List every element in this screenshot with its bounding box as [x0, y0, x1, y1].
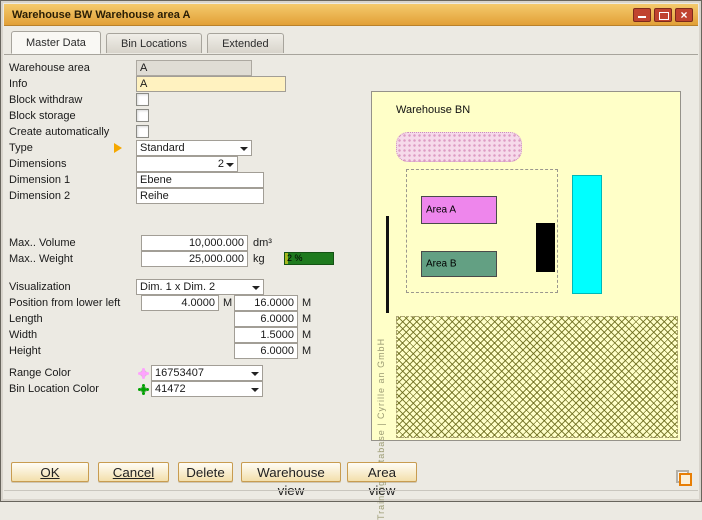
area-a-shape[interactable]: Area A: [421, 196, 497, 224]
tab-strip: Master Data Bin Locations Extended: [4, 31, 698, 55]
dimensions-label: Dimensions: [9, 156, 66, 172]
create-automatically-checkbox[interactable]: [136, 125, 149, 138]
info-label: Info: [9, 76, 27, 92]
range-color-label: Range Color: [9, 365, 71, 381]
bin-location-color-flower-icon: [141, 387, 146, 392]
area-b-shape[interactable]: Area B: [421, 251, 497, 277]
type-value: Standard: [140, 141, 238, 155]
black-block-shape: [536, 223, 555, 272]
dimension-2-field[interactable]: Reihe: [136, 188, 264, 204]
length-field[interactable]: 6.0000: [234, 311, 298, 327]
height-label: Height: [9, 343, 41, 359]
panel-title: Warehouse BN: [396, 104, 470, 116]
width-unit: M: [302, 327, 311, 343]
area-a-label: Area A: [426, 205, 456, 216]
max-volume-unit: dm³: [253, 235, 272, 251]
warehouse-visualization-panel: Warehouse BN Trainingsdatabase | Cyrille…: [371, 91, 681, 441]
restore-icon[interactable]: [654, 8, 672, 22]
capacity-usage-bar: 2 %: [284, 252, 334, 265]
cyan-block-shape: [572, 175, 602, 294]
dimensions-dropdown[interactable]: 2: [136, 156, 238, 172]
max-weight-unit: kg: [253, 251, 265, 267]
dotted-zone-shape: [396, 132, 522, 162]
length-unit: M: [302, 311, 311, 327]
width-field[interactable]: 1.5000: [234, 327, 298, 343]
wall-line: [386, 216, 389, 313]
dimensions-value: 2: [140, 157, 224, 171]
form-resize-icon[interactable]: [676, 470, 692, 486]
title-bar: Warehouse BW Warehouse area A: [4, 4, 698, 26]
capacity-usage-value: 2 %: [287, 253, 303, 264]
ok-button[interactable]: OK: [11, 462, 89, 482]
range-color-dropdown[interactable]: 16753407: [151, 365, 263, 381]
window-controls: [633, 8, 693, 22]
warehouse-area-window: Warehouse BW Warehouse area A Master Dat…: [0, 0, 702, 502]
visualization-dropdown[interactable]: Dim. 1 x Dim. 2: [136, 279, 264, 295]
warehouse-view-button[interactable]: Warehouse view: [241, 462, 341, 482]
tab-master-data[interactable]: Master Data: [11, 31, 101, 54]
block-storage-label: Block storage: [9, 108, 76, 124]
close-icon[interactable]: [675, 8, 693, 22]
bin-location-color-value: 41472: [155, 382, 249, 396]
width-label: Width: [9, 327, 37, 343]
height-unit: M: [302, 343, 311, 359]
hatched-storage-zone: [396, 316, 678, 438]
link-arrow-icon[interactable]: [114, 143, 122, 153]
cancel-button[interactable]: Cancel: [98, 462, 169, 482]
max-volume-field[interactable]: 10,000.000: [141, 235, 248, 251]
info-field[interactable]: A: [136, 76, 286, 92]
delete-button[interactable]: Delete: [178, 462, 233, 482]
block-withdraw-checkbox[interactable]: [136, 93, 149, 106]
type-label: Type: [9, 140, 33, 156]
type-dropdown[interactable]: Standard: [136, 140, 252, 156]
position-y-field[interactable]: 16.0000: [234, 295, 298, 311]
tab-extended[interactable]: Extended: [207, 33, 283, 53]
max-weight-field[interactable]: 25,000.000: [141, 251, 248, 267]
visualization-value: Dim. 1 x Dim. 2: [140, 280, 250, 294]
warehouse-area-field: A: [136, 60, 252, 76]
position-x-field[interactable]: 4.0000: [141, 295, 219, 311]
position-label: Position from lower left: [9, 295, 120, 311]
visualization-label: Visualization: [9, 279, 71, 295]
height-field[interactable]: 6.0000: [234, 343, 298, 359]
bin-location-color-label: Bin Location Color: [9, 381, 99, 397]
minimize-icon[interactable]: [633, 8, 651, 22]
max-weight-label: Max.. Weight: [9, 251, 73, 267]
bin-location-color-dropdown[interactable]: 41472: [151, 381, 263, 397]
footer-divider: [4, 490, 698, 491]
create-automatically-label: Create automatically: [9, 124, 109, 140]
max-volume-label: Max.. Volume: [9, 235, 76, 251]
dimension-1-label: Dimension 1: [9, 172, 70, 188]
range-color-value: 16753407: [155, 366, 249, 380]
dimension-2-label: Dimension 2: [9, 188, 70, 204]
window-title: Warehouse BW Warehouse area A: [12, 4, 191, 26]
area-b-label: Area B: [426, 259, 457, 270]
warehouse-area-label: Warehouse area: [9, 60, 90, 76]
range-color-flower-icon: [141, 371, 146, 376]
block-storage-checkbox[interactable]: [136, 109, 149, 122]
position-y-unit: M: [302, 295, 311, 311]
area-view-button[interactable]: Area view: [347, 462, 417, 482]
tab-bin-locations[interactable]: Bin Locations: [106, 33, 202, 53]
position-x-unit: M: [223, 295, 232, 311]
dimension-1-field[interactable]: Ebene: [136, 172, 264, 188]
length-label: Length: [9, 311, 43, 327]
block-withdraw-label: Block withdraw: [9, 92, 82, 108]
